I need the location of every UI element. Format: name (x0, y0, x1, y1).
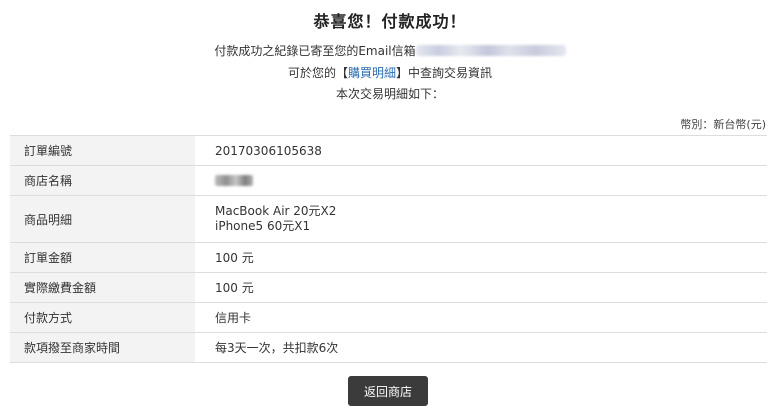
redacted-shop-name (215, 174, 253, 186)
paid-amount-label: 實際繳費金額 (10, 272, 195, 303)
items-value: MacBook Air 20元X2 iPhone5 60元X1 (195, 195, 767, 243)
order-amount-value: 100 元 (195, 242, 767, 273)
purchase-details-link[interactable]: 購買明細 (348, 66, 396, 80)
item-line: iPhone5 60元X1 (215, 219, 311, 233)
back-to-store-button[interactable]: 返回商店 (348, 376, 428, 406)
shop-name-value (195, 165, 767, 196)
page-title: 恭喜您！付款成功！ (313, 12, 467, 31)
lookup-notice: 可於您的【購買明細】中查詢交易資訊 (0, 64, 780, 81)
payout-schedule-label: 款項撥至商家時間 (10, 332, 195, 363)
currency-note: 幣別：新台幣(元) (680, 118, 766, 131)
order-number-label: 訂單編號 (10, 135, 195, 166)
table-row: 實際繳費金額 100 元 (10, 272, 767, 303)
items-label: 商品明細 (10, 195, 195, 243)
table-row: 商店名稱 (10, 165, 767, 196)
table-row: 訂單編號 20170306105638 (10, 135, 767, 166)
payment-method-value: 信用卡 (195, 302, 767, 333)
payout-schedule-value: 每3天一次，共扣款6次 (195, 332, 767, 363)
table-row: 付款方式 信用卡 (10, 302, 767, 333)
lookup-prefix: 可於您的【 (287, 66, 348, 80)
shop-name-label: 商店名稱 (10, 165, 195, 196)
order-number-value: 20170306105638 (195, 135, 767, 166)
order-detail-table: 訂單編號 20170306105638 商店名稱 商品明細 MacBook Ai… (10, 135, 767, 363)
table-row: 款項撥至商家時間 每3天一次，共扣款6次 (10, 332, 767, 363)
table-row: 商品明細 MacBook Air 20元X2 iPhone5 60元X1 (10, 195, 767, 243)
item-line: MacBook Air 20元X2 (215, 204, 337, 218)
details-intro: 本次交易明細如下： (335, 87, 444, 101)
redacted-email (415, 45, 566, 56)
order-amount-label: 訂單金額 (10, 242, 195, 273)
paid-amount-value: 100 元 (195, 272, 767, 303)
lookup-suffix: 】中查詢交易資訊 (396, 66, 493, 80)
payment-method-label: 付款方式 (10, 302, 195, 333)
table-row: 訂單金額 100 元 (10, 242, 767, 273)
email-notice: 付款成功之紀錄已寄至您的Email信箱 (0, 42, 780, 59)
email-notice-text: 付款成功之紀錄已寄至您的Email信箱 (214, 44, 416, 58)
